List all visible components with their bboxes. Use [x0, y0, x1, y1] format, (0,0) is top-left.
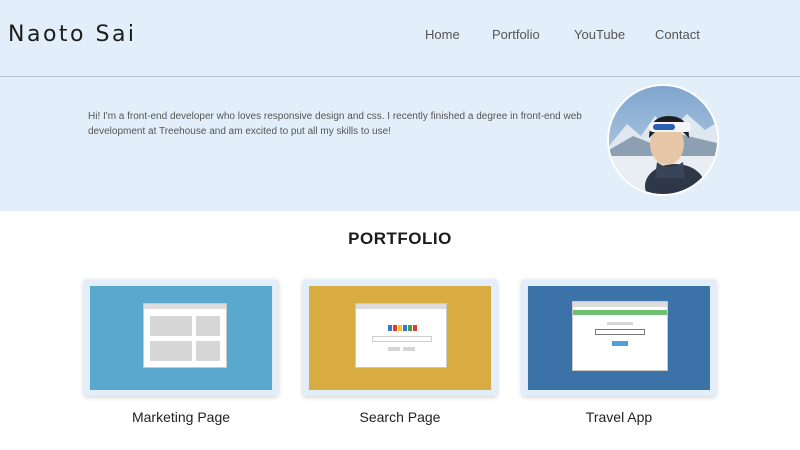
portfolio-label-marketing[interactable]: Marketing Page [84, 409, 278, 425]
nav-youtube[interactable]: YouTube [574, 27, 625, 42]
portfolio-card-marketing[interactable] [84, 280, 278, 396]
portfolio-label-search[interactable]: Search Page [303, 409, 497, 425]
portfolio-title: PORTFOLIO [348, 229, 452, 248]
avatar-photo [609, 86, 717, 194]
search-thumbnail [309, 286, 491, 390]
nav-home[interactable]: Home [425, 27, 460, 42]
travel-thumbnail [528, 286, 710, 390]
mini-browser-window [355, 303, 447, 368]
mini-browser-window [143, 303, 227, 368]
intro-section: Hi! I'm a front-end developer who loves … [0, 77, 800, 211]
mini-browser-window [572, 301, 668, 371]
portfolio-label-travel[interactable]: Travel App [522, 409, 716, 425]
intro-text: Hi! I'm a front-end developer who loves … [88, 111, 582, 137]
portfolio-card-search[interactable] [303, 280, 497, 396]
marketing-thumbnail [90, 286, 272, 390]
avatar [607, 84, 719, 196]
site-header: Naoto Sai Home Portfolio YouTube Contact [0, 0, 800, 77]
nav-portfolio[interactable]: Portfolio [492, 27, 540, 42]
portfolio-card-travel[interactable] [522, 280, 716, 396]
nav-contact[interactable]: Contact [655, 27, 700, 42]
main-nav: Home Portfolio YouTube Contact [0, 27, 800, 43]
